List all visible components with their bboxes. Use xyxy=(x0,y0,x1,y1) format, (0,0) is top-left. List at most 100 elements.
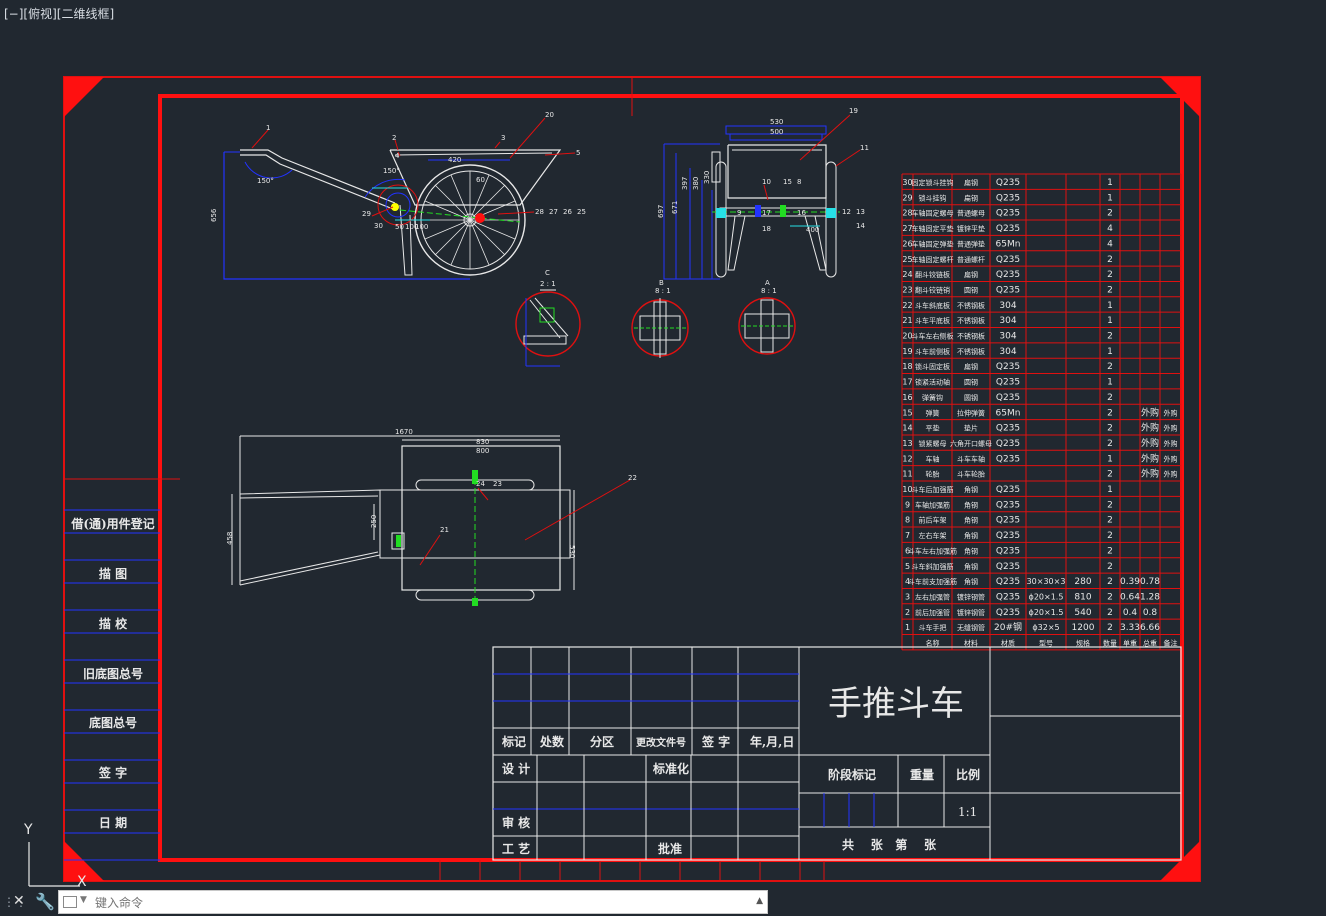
wrench-icon[interactable]: 🔧 xyxy=(35,892,55,911)
bom-row-22-col-4: Q235 xyxy=(996,500,1020,510)
detail-c-label: C xyxy=(545,269,550,277)
detail-c[interactable] xyxy=(515,289,581,367)
bom-row-27-col-9: 0.78 xyxy=(1140,577,1160,587)
bom-row-25-col-2: 斗车左右加强筋 xyxy=(908,546,957,555)
bom-row-13-col-1: 18 xyxy=(902,362,912,371)
rev-header-3: 分区 xyxy=(590,734,614,749)
detail-c-scale: 2 : 1 xyxy=(540,280,556,288)
bom-row-5-col-2: 车轴固定弹垫 xyxy=(912,239,954,248)
top-callout-22: 22 xyxy=(628,474,637,482)
bom-row-26-col-3: 角钢 xyxy=(964,562,978,571)
top-dim-1670: 1670 xyxy=(395,428,413,436)
side-callout-1: 1 xyxy=(266,124,270,132)
front-callout-13: 13 xyxy=(856,208,865,216)
front-callout-16: 16 xyxy=(797,209,806,217)
scale-value: 1:1 xyxy=(958,805,977,819)
bom-row-13-col-3: 扁钢 xyxy=(964,362,978,371)
bom-row-3-col-3: 普通螺母 xyxy=(957,209,985,218)
bom-row-14-col-7: 1 xyxy=(1107,378,1113,388)
bom-row-18-col-9: 外购 xyxy=(1141,437,1159,449)
bom-row-15-col-7: 2 xyxy=(1107,393,1113,403)
bom-row-30-col-9: 6.66 xyxy=(1140,623,1160,633)
bom-row-3-col-2: 车轴固定螺母 xyxy=(912,209,954,218)
top-dim-530: 530 xyxy=(568,545,576,558)
bom-row-29-col-5: ϕ20×1.5 xyxy=(1029,608,1064,617)
bom-row-27-col-6: 280 xyxy=(1074,577,1091,587)
bom-row-23-col-2: 前后车架 xyxy=(919,516,947,525)
bom-header-7: 数量 xyxy=(1103,639,1117,648)
bom-row-18-col-2: 锁紧螺母 xyxy=(919,439,947,448)
front-callout-14: 14 xyxy=(856,222,865,230)
bom-row-18-col-7: 2 xyxy=(1107,439,1113,449)
bom-row-3-col-4: Q235 xyxy=(996,209,1020,219)
bom-header-9: 总重 xyxy=(1143,639,1157,648)
top-dim-458: 458 xyxy=(226,532,234,545)
front-dim-500: 500 xyxy=(770,128,783,136)
bom-row-1-col-7: 1 xyxy=(1107,178,1113,188)
bom-row-16-col-4: 65Mn xyxy=(996,408,1021,418)
bom-row-19-col-9: 外购 xyxy=(1141,452,1159,464)
bom-row-30-col-4: 20#钢 xyxy=(994,621,1022,633)
close-icon[interactable]: ✕ xyxy=(13,893,25,909)
side-callout-2: 2 xyxy=(392,134,396,142)
title-block[interactable] xyxy=(492,646,1182,861)
detail-b-label: B xyxy=(659,279,664,287)
side-label-5: 底图总号 xyxy=(88,716,137,730)
bom-row-29-col-7: 2 xyxy=(1107,608,1113,618)
bom-row-29-col-1: 2 xyxy=(905,608,910,617)
side-angle-1: 150° xyxy=(257,177,274,185)
side-view[interactable] xyxy=(223,117,576,280)
chevron-down-icon[interactable]: ▼ xyxy=(80,895,87,905)
detail-b[interactable] xyxy=(631,298,689,358)
bom-row-24-col-7: 2 xyxy=(1107,531,1113,541)
bom-row-18-col-3: 六角开口螺母 xyxy=(950,439,992,448)
bom-row-14-col-2: 锁紧活动轴 xyxy=(915,378,950,387)
bom-row-29-col-2: 前后加强管 xyxy=(915,608,950,617)
side-callout-26: 26 xyxy=(563,208,572,216)
grip-icon[interactable]: ⋮⋮ xyxy=(3,895,27,911)
bom-row-29-col-3: 镀锌钢管 xyxy=(957,608,985,617)
bom-row-21-col-3: 角钢 xyxy=(964,485,978,494)
approve-label: 批准 xyxy=(658,841,682,856)
bom-row-4-col-7: 4 xyxy=(1107,224,1113,234)
top-view[interactable] xyxy=(231,435,631,606)
bom-row-7-col-7: 2 xyxy=(1107,270,1113,280)
bom-row-19-col-4: Q235 xyxy=(996,454,1020,464)
bom-row-29-col-8: 0.4 xyxy=(1123,608,1138,618)
side-callout-20: 20 xyxy=(545,111,554,119)
bom-row-24-col-3: 角钢 xyxy=(964,531,978,540)
command-line[interactable]: ▼ ▲ xyxy=(58,890,768,914)
top-view-labels: 1670 830 800 458 250 530 24 23 22 21 xyxy=(226,428,637,558)
front-view[interactable] xyxy=(663,114,861,280)
bom-header-10: 备注 xyxy=(1164,639,1178,648)
bom-row-16-col-1: 15 xyxy=(902,408,912,417)
side-callout-25: 25 xyxy=(577,208,586,216)
bom-row-24-col-4: Q235 xyxy=(996,531,1020,541)
bom-row-22-col-3: 角钢 xyxy=(964,500,978,509)
detail-a[interactable] xyxy=(738,297,796,355)
bom-row-1-col-2: 固定锁斗挂钩 xyxy=(912,178,954,187)
bom-row-20-col-3: 斗车轮胎 xyxy=(957,470,985,479)
bom-row-17-col-1: 14 xyxy=(902,424,912,433)
bom-row-9-col-4: 304 xyxy=(999,301,1016,311)
bom-row-28-col-6: 810 xyxy=(1074,592,1091,602)
bom-text: 30固定锁斗挂钩 扁钢 Q235 129 锁斗挂钩 扁钢 Q235 128车轴固定螺母 普通螺母… xyxy=(902,178,1177,648)
bom-row-19-col-2: 车轴 xyxy=(926,454,940,463)
command-prompt-icon[interactable] xyxy=(63,896,77,908)
chevron-up-icon[interactable]: ▲ xyxy=(756,896,763,906)
bom-row-8-col-7: 2 xyxy=(1107,285,1113,295)
command-input[interactable] xyxy=(93,893,737,913)
bom-row-28-col-1: 3 xyxy=(905,592,910,601)
drawing-name: 手推斗车 xyxy=(828,684,964,724)
rev-header-4: 更改文件号 xyxy=(636,736,686,749)
bom-row-12-col-7: 1 xyxy=(1107,347,1113,357)
bom-row-12-col-3: 不锈钢板 xyxy=(957,347,985,356)
bom-row-6-col-7: 2 xyxy=(1107,255,1113,265)
bom-row-17-col-9: 外购 xyxy=(1141,422,1159,434)
bom-row-30-col-2: 斗车手把 xyxy=(919,623,947,632)
drawing-canvas[interactable]: 150° 150° 420 60 656 50 100 100 1 2 3 4 … xyxy=(0,0,1326,888)
side-dim-100b: 100 xyxy=(415,223,428,231)
bom-row-9-col-7: 1 xyxy=(1107,301,1113,311)
scale-label: 比例 xyxy=(956,767,980,782)
bom-row-20-col-2: 轮胎 xyxy=(926,470,940,479)
